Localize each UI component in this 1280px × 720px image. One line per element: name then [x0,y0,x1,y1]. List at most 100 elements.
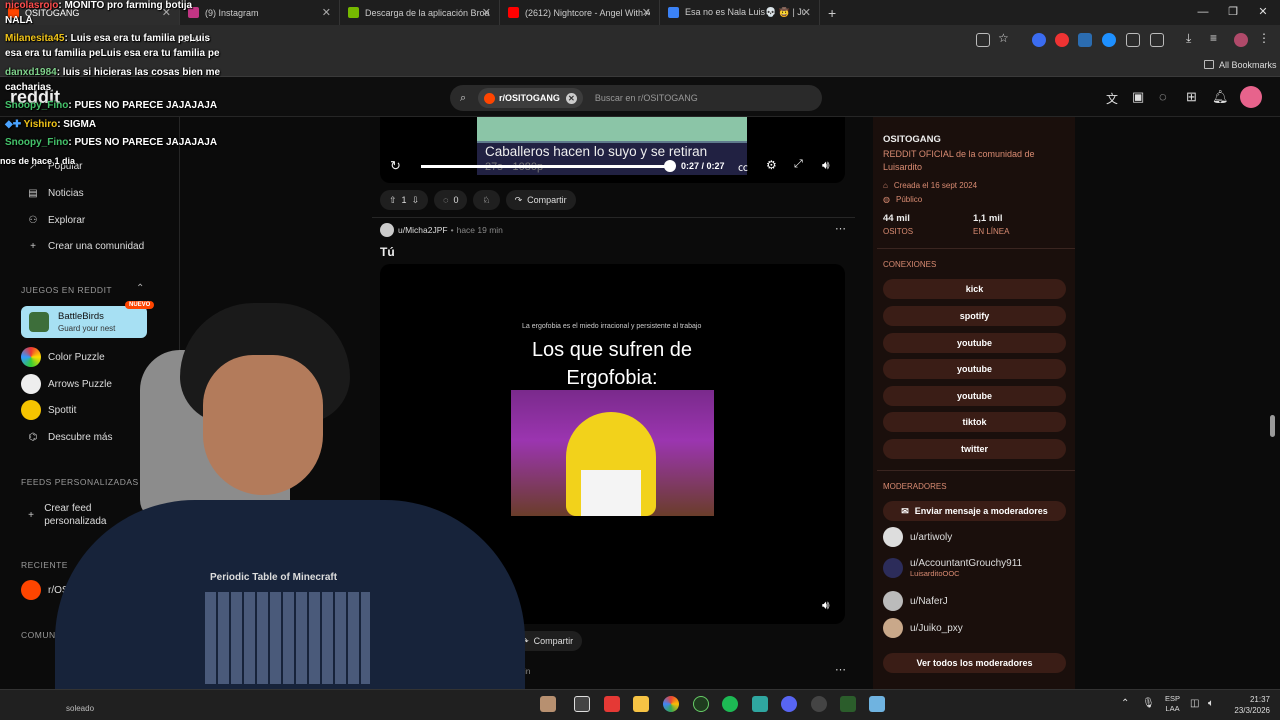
translate-icon[interactable]: 文 [1106,90,1118,107]
menu-icon[interactable]: ⋮ [1258,31,1272,45]
close-icon[interactable]: ✕ [482,6,491,19]
chrome-icon[interactable] [663,696,679,712]
task-view-icon[interactable] [574,696,590,712]
user-avatar[interactable] [1240,86,1262,108]
extension-icon[interactable] [1032,33,1046,47]
clear-chip-icon[interactable]: ✕ [565,92,577,104]
spotify-icon[interactable] [722,696,738,712]
cast-icon[interactable] [976,33,990,47]
tab-instagram[interactable]: (9) Instagram ✕ [180,0,340,25]
nav-news[interactable]: ▤ Noticias [26,188,83,199]
puzzle-icon[interactable] [1150,33,1164,47]
connections-header: CONEXIONES [883,260,937,269]
tray-chevron-icon[interactable]: ⌃ [1121,698,1129,709]
scrollbar[interactable] [1270,415,1275,437]
captions-icon[interactable]: ㏄ [738,159,748,174]
tab-reddit-post[interactable]: Esa no es Nala Luis💀 🤠 | Jue ✕ [660,0,820,25]
comments-button[interactable]: ◌ 0 [434,190,468,210]
post-title[interactable]: Tú [380,245,395,259]
clock[interactable]: 21:37 23/3/2026 [1226,694,1270,716]
created-row: ⌂ Creada el 16 sept 2024 [883,181,977,190]
upvote-icon[interactable]: ⇧ [389,195,397,206]
app-icon[interactable] [752,696,768,712]
more-options-icon[interactable]: ⋯ [835,222,846,235]
media-icon[interactable]: ≡ [1210,31,1224,45]
chat-text: esa era tu familia peLuis esa era tu fam… [5,48,220,59]
view-all-mods-button[interactable]: Ver todos los moderadores [883,653,1066,673]
award-button[interactable]: ♘ [473,190,500,210]
profile-avatar[interactable] [1234,33,1248,47]
connection-kick[interactable]: kick [883,279,1066,299]
network-icon[interactable]: ◫ [1190,698,1199,709]
moderator-item[interactable]: u/NaferJ [883,591,948,611]
maximize-icon[interactable]: ❐ [1218,0,1248,25]
chat-line: nicolasrojo: MONITO pro farming botija [5,0,192,11]
nav-explore[interactable]: ⚇ Explorar [26,215,86,226]
search-input[interactable]: Buscar en r/OSITOGANG [595,93,698,103]
calculator-icon[interactable] [869,696,885,712]
chat-icon[interactable]: ◌ [1159,89,1167,104]
message-mods-button[interactable]: ✉ Enviar mensaje a moderadores [883,501,1066,521]
vote-pill[interactable]: ⇧ 1 ⇩ [380,190,429,210]
search-bar[interactable]: ⌕ r/OSITOGANG ✕ Buscar en r/OSITOGANG [450,85,822,111]
star-icon[interactable]: ☆ [998,31,1012,45]
language-indicator[interactable]: ESP LAA [1165,694,1180,714]
connection-tiktok[interactable]: tiktok [883,412,1066,432]
notifications-icon[interactable]: 🔔︎ [1212,89,1229,105]
close-window-icon[interactable]: ✕ [1248,0,1278,25]
volume-icon[interactable]: 🔊︎ [822,598,830,613]
ads-icon[interactable]: ▣ [1132,89,1144,105]
tab-youtube[interactable]: (2612) Nightcore - Angel With A ✕ [500,0,660,25]
more-options-icon[interactable]: ⋯ [835,663,846,676]
download-icon[interactable]: ⤓ [1186,31,1200,45]
moderator-item[interactable]: u/artiwoly [883,527,952,547]
all-bookmarks[interactable]: All Bookmarks [1219,60,1277,70]
create-post-icon[interactable]: ⊞ [1186,89,1197,105]
connection-spotify[interactable]: spotify [883,306,1066,326]
close-icon[interactable]: ✕ [642,6,651,19]
connection-youtube[interactable]: youtube [883,386,1066,406]
minimize-icon[interactable]: — [1188,0,1218,25]
new-tab-button[interactable]: + [820,0,844,25]
app-icon[interactable] [811,696,827,712]
extension-icon[interactable] [1126,33,1140,47]
discord-icon[interactable] [781,696,797,712]
extension-icon[interactable] [1102,33,1116,47]
speaker-icon[interactable]: 🔈︎ [1208,698,1214,709]
moderator-item[interactable]: u/AccountantGrouchy911 LuisarditoOOC [883,558,1022,578]
app-icon[interactable] [693,696,709,712]
progress-handle[interactable] [664,160,676,172]
progress-track[interactable] [421,165,671,168]
video-player[interactable]: Caballeros hacen lo suyo y se retiran 27… [380,117,845,183]
post-author[interactable]: u/Micha2JPF [398,225,448,235]
replay-icon[interactable]: ↻ [390,158,401,174]
author-avatar[interactable] [380,223,394,237]
connection-youtube[interactable]: youtube [883,333,1066,353]
connection-youtube[interactable]: youtube [883,359,1066,379]
nav-create-community[interactable]: + Crear una comunidad [26,241,144,252]
volume-icon[interactable]: 🔊︎ [822,158,830,173]
close-icon[interactable]: ✕ [802,6,811,19]
share-button[interactable]: ↷ Compartir [505,190,576,210]
search-scope-chip[interactable]: r/OSITOGANG ✕ [478,88,583,108]
extension-icon[interactable] [1055,33,1069,47]
tab-nvidia[interactable]: Descarga de la aplicación Broa ✕ [340,0,500,25]
app-icon[interactable] [604,696,620,712]
chevron-up-icon[interactable]: ⌃ [136,283,144,294]
app-icon[interactable] [840,696,856,712]
microphone-icon[interactable]: 🎙︎ [1142,698,1155,709]
extension-icon[interactable] [1078,33,1092,47]
connection-twitter[interactable]: twitter [883,439,1066,459]
divider [877,470,1075,471]
games-header[interactable]: JUEGOS EN REDDIT [21,285,112,295]
moderator-item[interactable]: u/Juiko_pxy [883,618,963,638]
chat-line: cacharias [5,82,51,93]
close-icon[interactable]: ✕ [322,6,331,19]
downvote-icon[interactable]: ⇩ [412,195,420,206]
weather-label[interactable]: soleado [66,704,94,713]
mail-icon: ✉ [901,505,909,516]
app-icon[interactable] [540,696,556,712]
fullscreen-icon[interactable]: ⤢ [794,158,803,171]
settings-icon[interactable]: ⚙ [766,158,777,172]
file-explorer-icon[interactable] [633,696,649,712]
